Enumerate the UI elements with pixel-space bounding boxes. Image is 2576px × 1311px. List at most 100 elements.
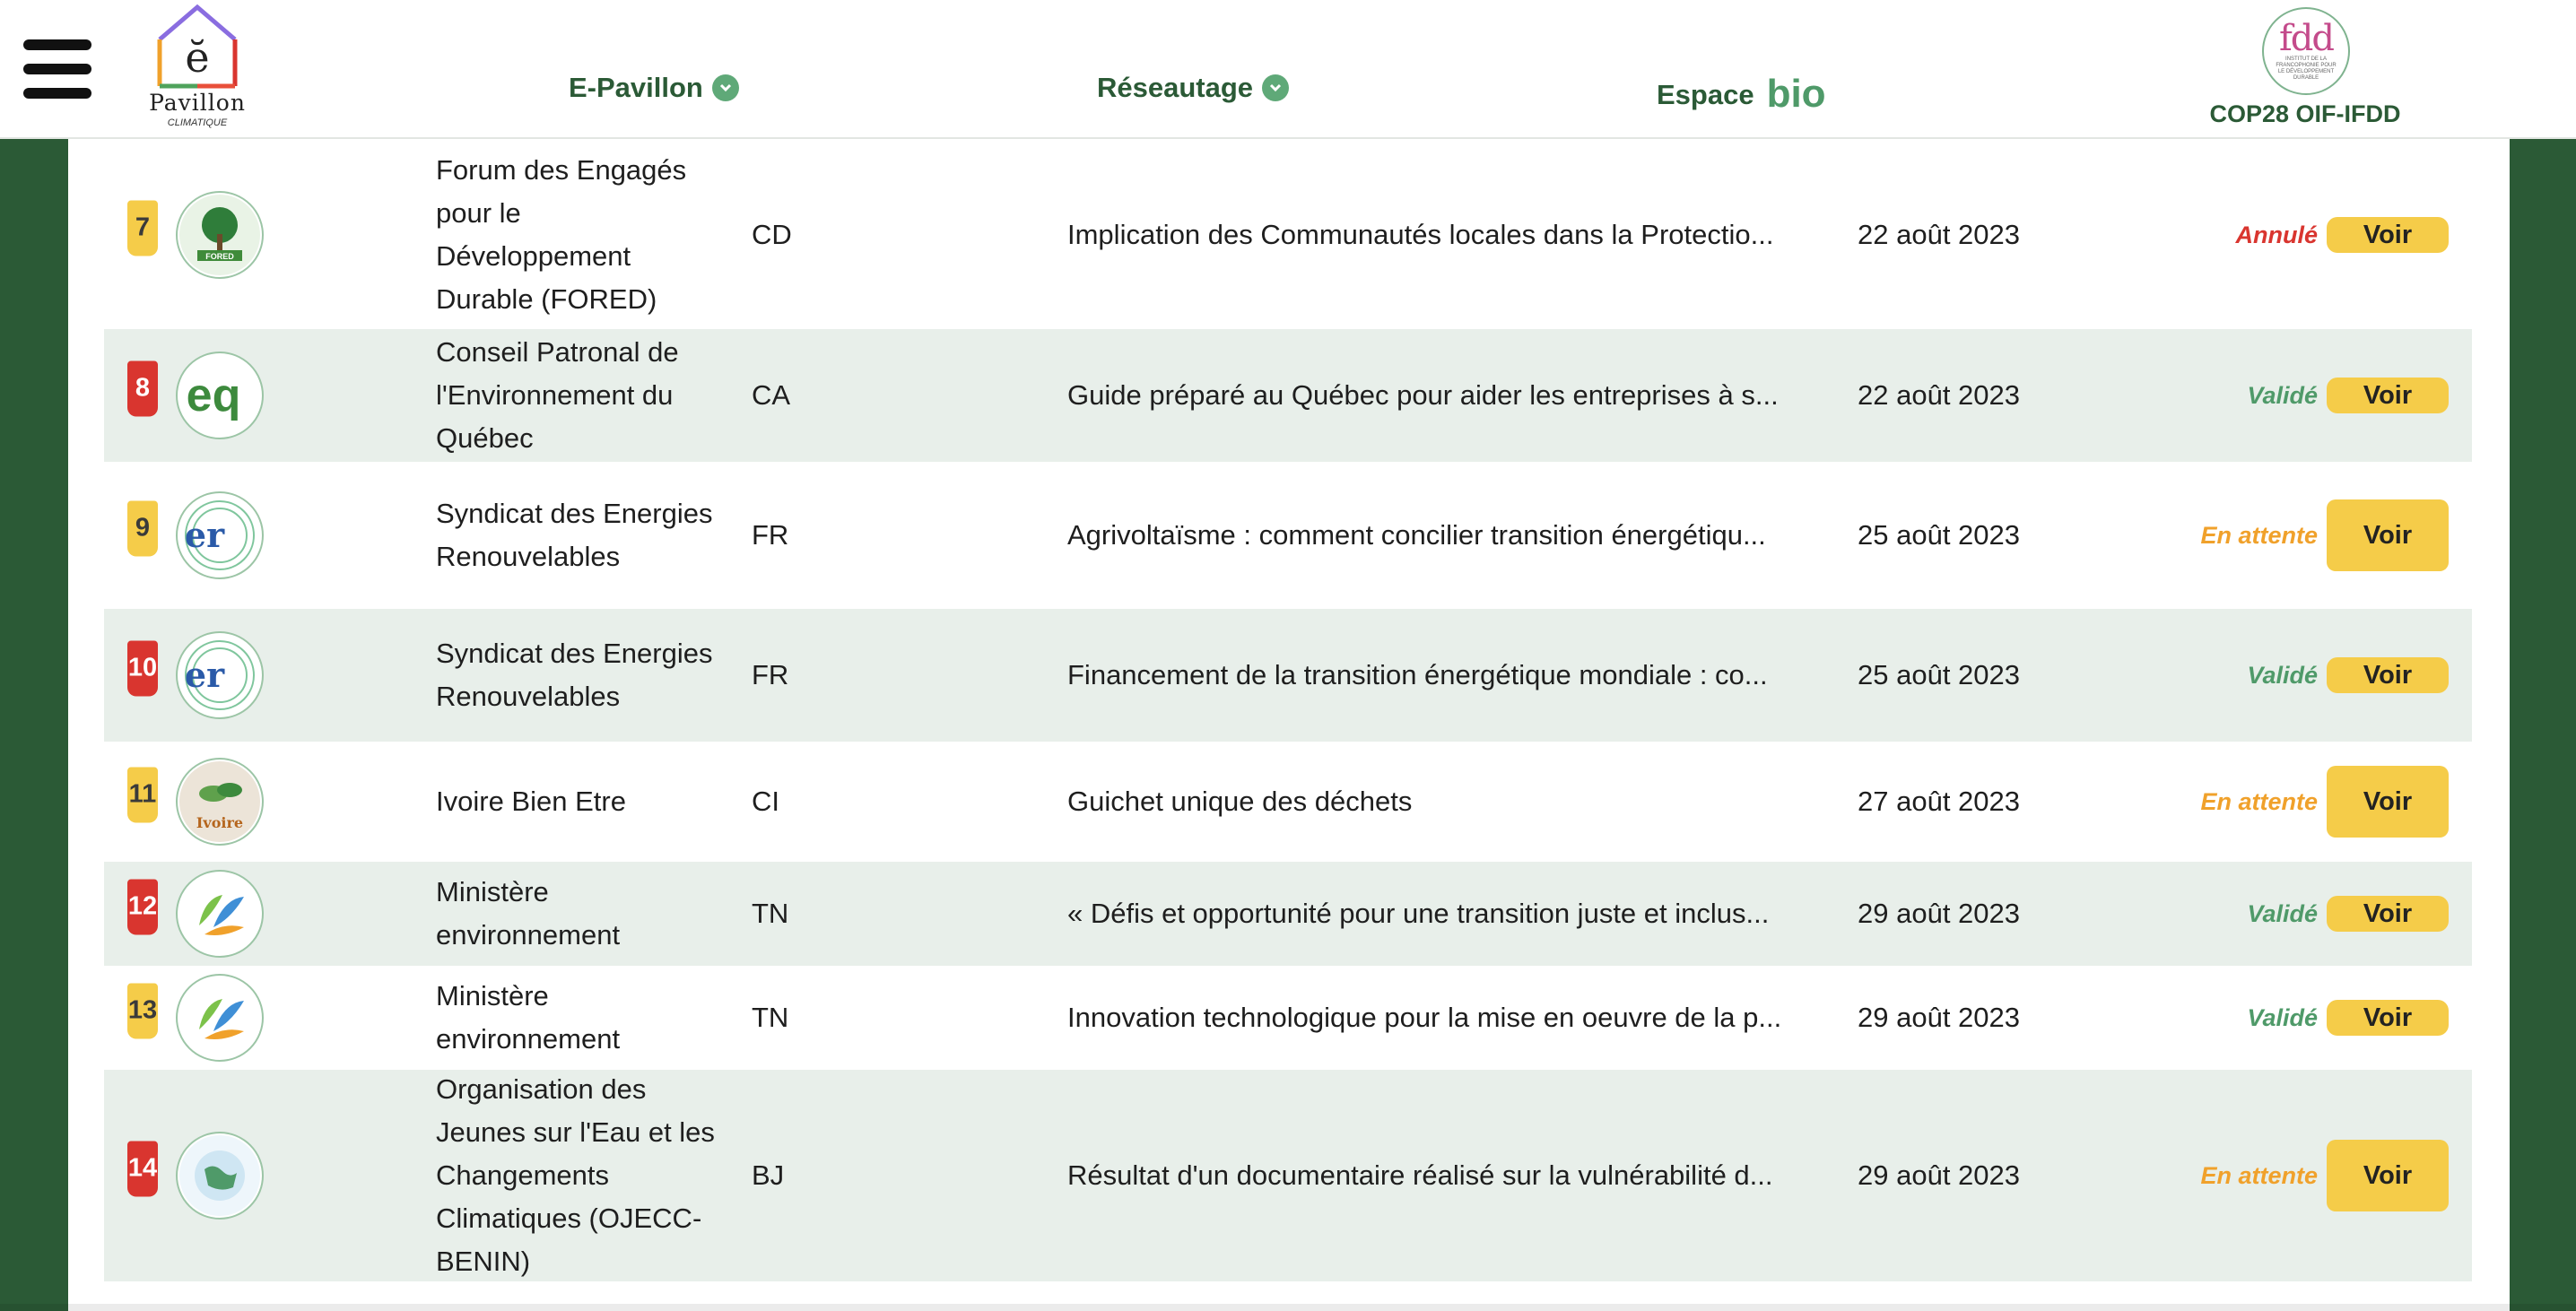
fdd-logo-small: INSTITUT DE LA FRANCOPHONIE POUR LE DÉVE…	[2276, 56, 2337, 81]
event-title: « Défis et opportunité pour une transiti…	[1067, 898, 1770, 929]
svg-text:er: er	[185, 655, 225, 695]
status-badge: Validé	[2247, 662, 2318, 689]
country-code: TN	[752, 898, 789, 929]
fored-logo: FORED	[176, 191, 264, 279]
organization-name: Ministère environnement	[436, 980, 621, 1055]
check-badge-icon	[1262, 74, 1290, 101]
country-code: TN	[752, 1002, 789, 1033]
event-date: 22 août 2023	[1858, 379, 2021, 411]
table-row: 8 eq Conseil Patronal de l'Environnement d…	[104, 329, 2472, 462]
row-number-badge: 10	[127, 640, 158, 697]
logo-tagline: CLIMATIQUE	[167, 117, 228, 128]
voir-button[interactable]: Voir	[2327, 1000, 2449, 1036]
status-badge: En attente	[2200, 788, 2318, 815]
voir-button[interactable]: Voir	[2327, 896, 2449, 932]
country-code: FR	[752, 519, 789, 551]
table-row: 9 er Syndicat des Energies Renouvelables FR…	[104, 462, 2472, 609]
status-badge: En attente	[2200, 1162, 2318, 1189]
voir-button[interactable]: Voir	[2327, 378, 2449, 413]
logo-name: Pavillon	[149, 90, 246, 116]
country-code: BJ	[752, 1159, 785, 1191]
pavillon-logo[interactable]: ĕ Pavillon CLIMATIQUE	[144, 0, 251, 135]
ministere-logo	[176, 974, 264, 1062]
row-number-badge: 9	[127, 500, 158, 557]
event-date: 27 août 2023	[1858, 786, 2021, 817]
partner-cop28[interactable]: fdd INSTITUT DE LA FRANCOPHONIE POUR LE …	[2189, 7, 2422, 133]
event-title: Innovation technologique pour la mise en…	[1067, 1002, 1782, 1033]
event-title: Financement de la transition énergétique…	[1067, 659, 1768, 690]
status-badge: Annulé	[2235, 221, 2319, 248]
nav-espace-label: Espace	[1657, 79, 1754, 110]
svg-text:FORED: FORED	[205, 252, 234, 261]
ministere-logo	[176, 870, 264, 958]
table-row: 13 Ministère environnement TN Innovation te…	[104, 966, 2472, 1070]
top-header: ĕ Pavillon CLIMATIQUE E-Pavillon Réseaut…	[0, 0, 2576, 139]
status-badge: Validé	[2247, 1004, 2318, 1031]
status-badge: Validé	[2247, 382, 2318, 409]
country-code: CI	[752, 786, 779, 817]
organization-name: Ministère environnement	[436, 876, 621, 951]
ser-logo: er	[176, 491, 264, 579]
bottom-edge	[0, 1304, 2576, 1311]
nav-espace-bio[interactable]: Espace bio	[1657, 54, 1826, 117]
row-number-badge: 11	[127, 767, 158, 823]
svg-text:er: er	[185, 515, 225, 555]
voir-button[interactable]: Voir	[2327, 499, 2449, 571]
row-number-badge: 14	[127, 1141, 158, 1197]
event-title: Implication des Communautés locales dans…	[1067, 219, 1774, 250]
event-date: 29 août 2023	[1858, 1159, 2021, 1191]
svg-text:Ivoire: Ivoire	[196, 814, 243, 831]
bio-text: bio	[1766, 72, 1826, 116]
svg-text:eq: eq	[187, 369, 241, 421]
voir-button[interactable]: Voir	[2327, 766, 2449, 838]
menu-icon[interactable]	[23, 39, 91, 99]
voir-button[interactable]: Voir	[2327, 1140, 2449, 1211]
organization-name: Ivoire Bien Etre	[436, 786, 626, 817]
partner-label: COP28 OIF-IFDD	[2209, 100, 2401, 127]
country-code: CD	[752, 219, 792, 250]
nav-reseautage[interactable]: Réseautage	[1097, 70, 1290, 106]
table-row: 10 er Syndicat des Energies Renouvelables F…	[104, 609, 2472, 742]
event-date: 29 août 2023	[1858, 898, 2021, 929]
row-number-badge: 12	[127, 879, 158, 935]
event-date: 25 août 2023	[1858, 519, 2021, 551]
voir-button[interactable]: Voir	[2327, 217, 2449, 253]
event-date: 22 août 2023	[1858, 219, 2021, 250]
cpeq-logo: eq	[176, 352, 264, 439]
ivoire-logo: Ivoire	[176, 758, 264, 846]
voir-button[interactable]: Voir	[2327, 657, 2449, 693]
row-number-badge: 8	[127, 360, 158, 417]
organization-name: Syndicat des Energies Renouvelables	[436, 498, 713, 572]
country-code: FR	[752, 659, 789, 690]
fdd-logo-text: fdd	[2278, 18, 2335, 59]
event-title: Guide préparé au Québec pour aider les e…	[1067, 379, 1779, 411]
row-number-badge: 7	[127, 200, 158, 256]
event-date: 25 août 2023	[1858, 659, 2021, 690]
fdd-logo: fdd INSTITUT DE LA FRANCOPHONIE POUR LE …	[2262, 7, 2350, 95]
nav-e-pavillon[interactable]: E-Pavillon	[569, 70, 739, 106]
nav-e-pavillon-label: E-Pavillon	[569, 72, 703, 103]
organization-name: Organisation des Jeunes sur l'Eau et les…	[436, 1073, 715, 1277]
organization-name: Conseil Patronal de l'Environnement du Q…	[436, 336, 679, 454]
organization-name: Forum des Engagés pour le Développement …	[436, 154, 687, 315]
event-date: 29 août 2023	[1858, 1002, 2021, 1033]
bio-logo: bio	[1767, 72, 1826, 117]
ojecc-logo	[176, 1132, 264, 1220]
nav-reseautage-label: Réseautage	[1097, 72, 1254, 103]
table-row: 7 FORED Forum des Engagés pour le Développ…	[104, 141, 2472, 329]
status-badge: Validé	[2247, 900, 2318, 927]
table-row: 11 Ivoire Ivoire Bien Etre CI Guichet unique…	[104, 742, 2472, 862]
event-title: Résultat d'un documentaire réalisé sur l…	[1067, 1159, 1773, 1191]
table-row: 14 Organisation des Jeunes sur l'Eau et l…	[104, 1070, 2472, 1281]
events-table: 7 FORED Forum des Engagés pour le Développ…	[104, 141, 2472, 1281]
house-icon: ĕ	[157, 4, 238, 89]
country-code: CA	[752, 379, 791, 411]
table-row: 12 Ministère environnement TN « Défis et op…	[104, 862, 2472, 966]
status-badge: En attente	[2200, 522, 2318, 549]
row-number-badge: 13	[127, 983, 158, 1039]
logo-glyph: ĕ	[185, 33, 209, 82]
ser-logo: er	[176, 631, 264, 719]
event-title: Guichet unique des déchets	[1067, 786, 1413, 817]
event-title: Agrivoltaïsme : comment concilier transi…	[1067, 519, 1766, 551]
check-badge-icon	[711, 74, 739, 101]
